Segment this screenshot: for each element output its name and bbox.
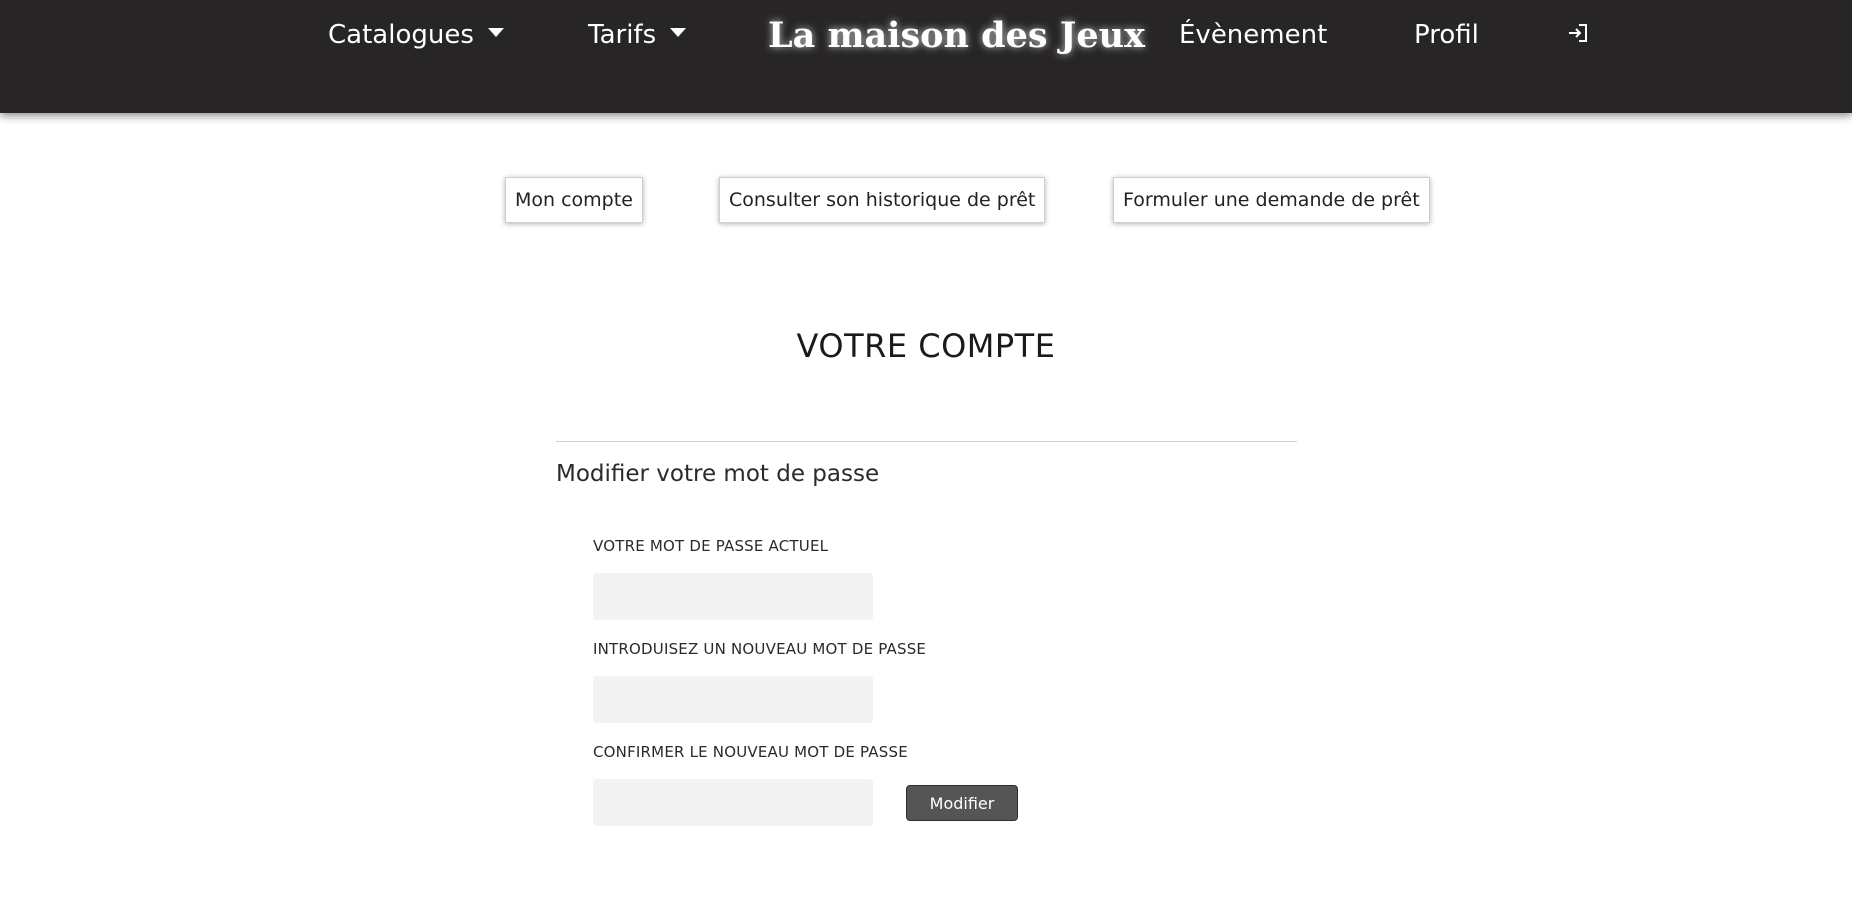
nav-catalogues-dropdown[interactable]: Catalogues [328,18,504,52]
nav-tarifs-dropdown[interactable]: Tarifs [588,18,687,52]
section-divider [556,441,1297,442]
confirm-password-label: CONFIRMER LE NOUVEAU MOT DE PASSE [593,743,908,761]
nav-evenement-link[interactable]: Évènement [1179,18,1327,52]
new-password-field[interactable] [593,676,873,723]
loan-history-button[interactable]: Consulter son historique de prêt [719,177,1046,223]
nav-catalogues-label: Catalogues [328,20,474,50]
caret-down-icon [670,28,687,37]
brand-logo[interactable]: La maison des Jeux [768,14,1145,58]
current-password-field[interactable] [593,573,873,620]
sign-in-icon[interactable] [1566,21,1590,45]
loan-request-button[interactable]: Formuler une demande de prêt [1113,177,1430,223]
section-title: Modifier votre mot de passe [556,461,880,487]
modifier-button[interactable]: Modifier [906,785,1018,821]
new-password-label: INTRODUISEZ UN NOUVEAU MOT DE PASSE [593,640,927,658]
page-title: VOTRE COMPTE [796,327,1056,365]
caret-down-icon [487,28,504,37]
top-navbar: Catalogues Tarifs La maison des Jeux Évè… [0,0,1852,113]
mon-compte-button[interactable]: Mon compte [505,177,643,223]
nav-profil-link[interactable]: Profil [1414,18,1479,52]
nav-tarifs-label: Tarifs [588,20,657,50]
confirm-password-field[interactable] [593,779,873,826]
current-password-label: VOTRE MOT DE PASSE ACTUEL [593,537,829,555]
